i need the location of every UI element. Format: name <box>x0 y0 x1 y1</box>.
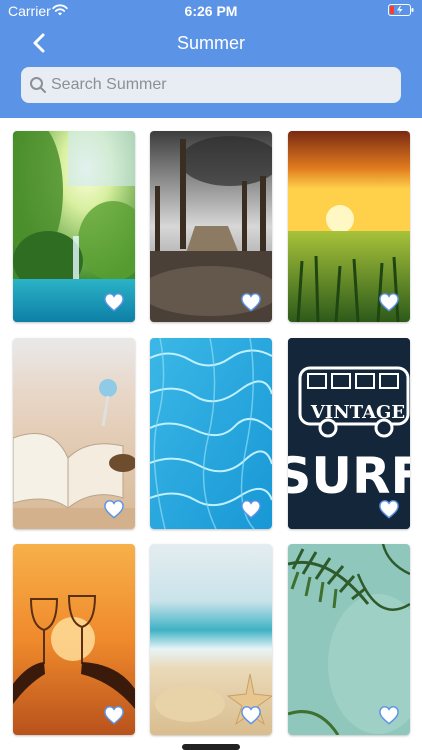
battery-icon <box>388 4 414 16</box>
page-title: Summer <box>176 33 245 53</box>
wallpaper-grid: VINTAGE SURF <box>0 118 422 750</box>
vintage-text: VINTAGE <box>310 402 405 423</box>
heart-icon[interactable] <box>378 705 400 725</box>
heart-icon[interactable] <box>103 705 125 725</box>
wallpaper-tile[interactable] <box>150 338 272 529</box>
heart-icon[interactable] <box>240 292 262 312</box>
wallpaper-tile[interactable] <box>150 544 272 735</box>
status-time: 6:26 PM <box>184 3 238 19</box>
search-input[interactable] <box>51 67 391 103</box>
heart-icon[interactable] <box>240 705 262 725</box>
search-bar[interactable] <box>21 67 401 103</box>
wallpaper-tile[interactable] <box>288 544 410 735</box>
home-indicator <box>182 744 240 750</box>
nav-bar: Summer <box>0 28 422 58</box>
wallpaper-tile[interactable] <box>13 131 135 322</box>
wallpaper-tile[interactable] <box>150 131 272 322</box>
heart-icon[interactable] <box>240 499 262 519</box>
wallpaper-tile[interactable]: VINTAGE SURF <box>288 338 410 529</box>
status-bar: Carrier 6:26 PM <box>0 0 422 22</box>
wallpaper-tile[interactable] <box>13 338 135 529</box>
wallpaper-tile[interactable] <box>288 131 410 322</box>
surf-text: SURF <box>288 447 410 505</box>
heart-icon[interactable] <box>103 292 125 312</box>
heart-icon[interactable] <box>378 292 400 312</box>
search-icon <box>30 77 46 93</box>
header: Carrier 6:26 PM Summer <box>0 0 422 118</box>
wallpaper-tile[interactable] <box>13 544 135 735</box>
heart-icon[interactable] <box>378 499 400 519</box>
heart-icon[interactable] <box>103 499 125 519</box>
